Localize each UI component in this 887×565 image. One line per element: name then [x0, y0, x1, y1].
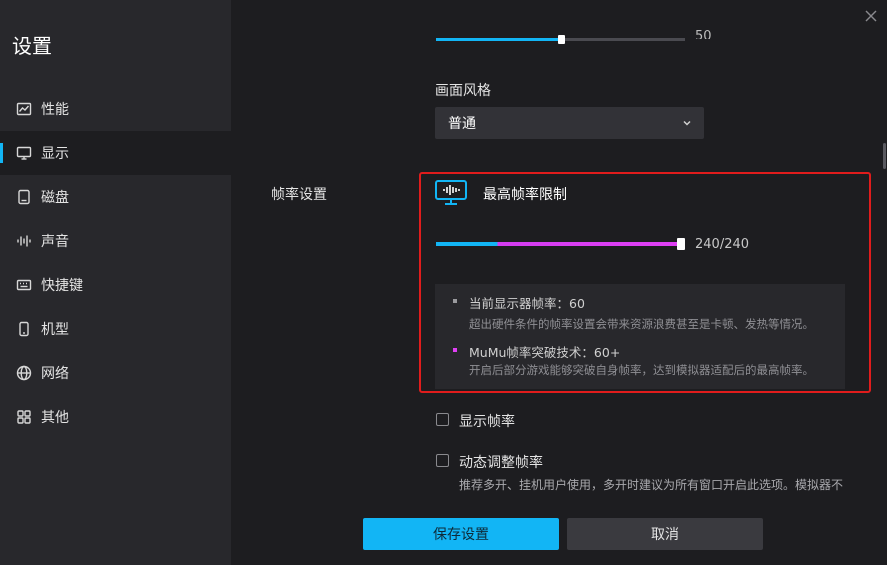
- sidebar-item-label: 网络: [41, 366, 69, 382]
- style-select-value: 普通: [448, 116, 476, 132]
- sidebar-item-network[interactable]: 网络: [0, 351, 231, 395]
- quality-slider-fill: [436, 38, 561, 41]
- close-icon: [865, 10, 877, 22]
- sidebar-item-label: 性能: [41, 102, 69, 118]
- sidebar-title: 设置: [12, 34, 52, 58]
- sidebar-item-label: 声音: [41, 234, 69, 250]
- fps-info-box: 当前显示器帧率：60 超出硬件条件的帧率设置会带来资源浪费甚至是卡顿、发热等情况…: [435, 284, 845, 389]
- info-desc: 超出硬件条件的帧率设置会带来资源浪费甚至是卡顿、发热等情况。: [469, 317, 814, 331]
- sidebar-item-label: 机型: [41, 322, 69, 338]
- cancel-button[interactable]: 取消: [567, 518, 763, 550]
- sidebar-item-display[interactable]: 显示: [0, 131, 231, 175]
- fps-slider-track[interactable]: [436, 242, 681, 246]
- grid-icon: [15, 408, 33, 426]
- fps-section-label: 帧率设置: [271, 187, 327, 203]
- sidebar-item-performance[interactable]: 性能: [0, 87, 231, 131]
- chart-icon: [15, 100, 33, 118]
- fps-slider-value: 240/240: [695, 237, 750, 252]
- sidebar-item-sound[interactable]: 声音: [0, 219, 231, 263]
- fps-limit-title: 最高帧率限制: [483, 187, 567, 203]
- sidebar: 设置 性能 显示 磁盘 声音 快捷键 机型 网络 其他: [0, 0, 231, 565]
- keyboard-icon: [15, 276, 33, 294]
- fps-slider-thumb[interactable]: [677, 238, 685, 250]
- sidebar-item-model[interactable]: 机型: [0, 307, 231, 351]
- info-desc: 开启后部分游戏能够突破自身帧率，达到模拟器适配后的最高帧率。: [469, 363, 814, 377]
- style-label: 画面风格: [435, 83, 491, 99]
- dynamic-fps-label[interactable]: 动态调整帧率: [459, 452, 543, 472]
- dynamic-fps-checkbox[interactable]: [436, 454, 449, 467]
- dynamic-fps-desc: 推荐多开、挂机用户使用，多开时建议为所有窗口开启此选项。模拟器不: [459, 478, 844, 492]
- sidebar-item-label: 其他: [41, 410, 69, 426]
- style-select[interactable]: 普通: [435, 107, 704, 139]
- close-button[interactable]: [863, 8, 879, 24]
- quality-slider-value: 50: [695, 29, 712, 39]
- chevron-down-icon: [682, 118, 692, 128]
- sidebar-item-label: 快捷键: [41, 278, 83, 294]
- sidebar-item-label: 显示: [41, 146, 69, 162]
- info-title: MuMu帧率突破技术：60+: [469, 345, 621, 360]
- bullet-icon: [453, 299, 457, 303]
- sidebar-item-other[interactable]: 其他: [0, 395, 231, 439]
- fps-slider-fill: [436, 242, 681, 246]
- sidebar-item-disk[interactable]: 磁盘: [0, 175, 231, 219]
- bullet-icon: [453, 348, 457, 352]
- fps-monitor-icon: [435, 180, 467, 205]
- phone-icon: [15, 320, 33, 338]
- sidebar-item-label: 磁盘: [41, 190, 69, 206]
- sound-icon: [15, 232, 33, 250]
- show-fps-checkbox[interactable]: [436, 413, 449, 426]
- show-fps-label[interactable]: 显示帧率: [459, 411, 515, 431]
- globe-icon: [15, 364, 33, 382]
- sidebar-item-shortcuts[interactable]: 快捷键: [0, 263, 231, 307]
- disk-icon: [15, 188, 33, 206]
- info-title: 当前显示器帧率：60: [469, 296, 585, 311]
- scrollbar[interactable]: [883, 143, 886, 169]
- save-button[interactable]: 保存设置: [363, 518, 559, 550]
- quality-slider-thumb[interactable]: [558, 35, 565, 44]
- monitor-icon: [15, 144, 33, 162]
